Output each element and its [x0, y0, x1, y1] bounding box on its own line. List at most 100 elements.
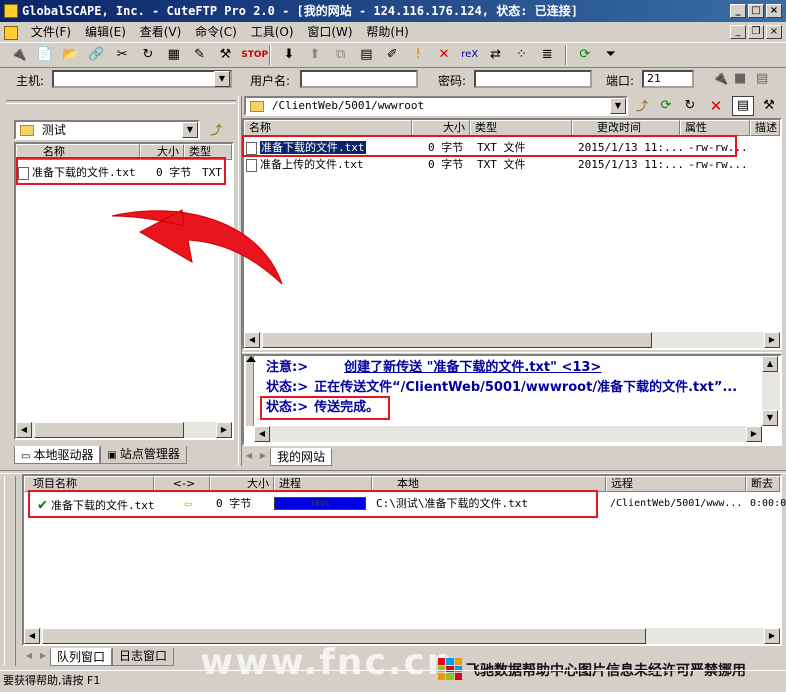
remote-list-header: 名称 大小 类型 更改时间 属性 描述: [244, 120, 780, 136]
remote-col-name[interactable]: 名称: [244, 120, 412, 136]
scroll-down-icon[interactable]: ▼: [762, 410, 778, 426]
remote-path-dropdown-icon[interactable]: ▼: [610, 98, 626, 114]
reload-icon[interactable]: ⟳: [575, 45, 595, 65]
calculator-icon[interactable]: ▦: [164, 45, 184, 65]
menu-window[interactable]: 窗口(W): [302, 22, 357, 42]
queue-item-time: 0:00:0: [750, 498, 786, 509]
log-collapse-icon[interactable]: [246, 356, 256, 362]
new-icon[interactable]: 📄: [35, 45, 55, 65]
remote-delete-icon[interactable]: ✕: [706, 97, 726, 115]
menu-tools[interactable]: 工具(O): [246, 22, 299, 42]
edit-file-icon[interactable]: ✐: [382, 45, 402, 65]
tools-icon[interactable]: ⚒: [215, 45, 235, 65]
local-pane-grip: [6, 100, 236, 104]
remote-file-attrs: -rw-rw...: [688, 158, 748, 171]
remote-details-icon[interactable]: ▤: [732, 96, 754, 116]
remote-file-row[interactable]: 准备上传的文件.txt 0 字节 TXT 文件 2015/1/13 11:...…: [246, 156, 778, 173]
compare-icon[interactable]: ⁘: [511, 45, 531, 65]
log-hscrollbar[interactable]: ◀ ▶: [254, 426, 762, 442]
remote-disconnect-icon[interactable]: ⚒: [758, 97, 780, 115]
scroll-left-icon[interactable]: ◀: [24, 628, 40, 644]
minimize-button[interactable]: _: [730, 4, 746, 18]
remote-col-desc[interactable]: 描述: [750, 120, 780, 136]
connect-icon[interactable]: 🔌: [9, 45, 29, 65]
tab-local-drives[interactable]: ▭ 本地驱动器: [14, 446, 101, 464]
scroll-up-icon[interactable]: ▲: [762, 356, 778, 372]
maximize-button[interactable]: □: [748, 4, 764, 18]
local-folder-dropdown-icon[interactable]: ▼: [182, 122, 198, 138]
scroll-left-icon[interactable]: ◀: [254, 426, 270, 442]
tab-scroll-left-icon[interactable]: ◀: [22, 648, 36, 664]
host-dropdown-icon[interactable]: ▼: [214, 71, 230, 87]
menu-command[interactable]: 命令(C): [190, 22, 242, 42]
log-line: 状态:> 正在传送文件“/ClientWeb/5001/wwwroot/准备下载的…: [266, 378, 737, 398]
rename-icon[interactable]: reX: [460, 45, 480, 65]
host-input[interactable]: [52, 70, 232, 88]
remote-col-attrs[interactable]: 属性: [680, 120, 750, 136]
scroll-left-icon[interactable]: ◀: [16, 422, 32, 438]
tab-my-site[interactable]: 我的网站: [270, 448, 333, 466]
queue-col-remote[interactable]: 远程: [606, 476, 746, 492]
mdi-restore-button[interactable]: ❐: [748, 25, 764, 39]
document-icon[interactable]: [4, 25, 18, 40]
remote-up-folder-icon[interactable]: ⤴: [632, 97, 652, 115]
mdi-close-button[interactable]: ×: [766, 25, 782, 39]
password-input[interactable]: [474, 70, 592, 88]
local-folder-select[interactable]: 测试: [14, 120, 200, 140]
quick-connect-icon[interactable]: 🔌: [712, 71, 728, 86]
folder-icon: [20, 125, 34, 136]
tab-scroll-right-icon[interactable]: ▶: [256, 448, 270, 464]
menu-edit[interactable]: 编辑(E): [80, 22, 131, 42]
scroll-right-icon[interactable]: ▶: [216, 422, 232, 438]
remote-hscroll-thumb[interactable]: [262, 332, 652, 348]
remote-hscrollbar[interactable]: ◀ ▶: [244, 332, 780, 348]
menu-file[interactable]: 文件(F): [26, 22, 76, 42]
scroll-right-icon[interactable]: ▶: [764, 628, 780, 644]
username-input[interactable]: [300, 70, 418, 88]
app-icon[interactable]: [4, 4, 18, 18]
remote-col-type[interactable]: 类型: [470, 120, 572, 136]
remote-file-name: 准备上传的文件.txt: [260, 158, 364, 171]
scroll-left-icon[interactable]: ◀: [244, 332, 260, 348]
remote-reload-icon[interactable]: ⟳: [656, 97, 676, 115]
refresh-icon[interactable]: ↻: [138, 45, 158, 65]
remote-col-modified[interactable]: 更改时间: [572, 120, 680, 136]
tab-site-manager[interactable]: ▣ 站点管理器: [100, 446, 187, 464]
upload-icon[interactable]: ⬆: [305, 45, 325, 65]
view-icon[interactable]: ▤: [356, 45, 376, 65]
alert-icon[interactable]: !: [408, 45, 428, 65]
stop-icon[interactable]: STOP: [241, 45, 268, 65]
edit-icon[interactable]: ✎: [190, 45, 210, 65]
disconnect-icon[interactable]: ✂: [112, 45, 132, 65]
tab-scroll-right-icon[interactable]: ▶: [36, 648, 50, 664]
site-manager-icon: ▣: [107, 450, 117, 461]
stop-connect-icon[interactable]: ■: [734, 71, 746, 86]
open-folder-icon[interactable]: 📂: [60, 45, 80, 65]
tab-queue[interactable]: 队列窗口: [50, 648, 113, 666]
scroll-right-icon[interactable]: ▶: [764, 332, 780, 348]
tab-log[interactable]: 日志窗口: [112, 648, 175, 666]
download-icon[interactable]: ⬇: [279, 45, 299, 65]
log-vscrollbar[interactable]: ▲ ▼: [762, 356, 780, 426]
tab-scroll-left-icon[interactable]: ◀: [242, 448, 256, 464]
filter-icon[interactable]: ⏷: [601, 45, 621, 65]
menu-view[interactable]: 查看(V): [135, 22, 187, 42]
remote-refresh-icon[interactable]: ↻: [680, 97, 700, 115]
up-folder-icon[interactable]: ⤴: [206, 121, 226, 139]
sync-icon[interactable]: ⇄: [486, 45, 506, 65]
scroll-right-icon[interactable]: ▶: [746, 426, 762, 442]
details-icon[interactable]: ≣: [537, 45, 557, 65]
delete-icon[interactable]: ✕: [434, 45, 454, 65]
properties-icon[interactable]: ▤: [756, 71, 768, 86]
close-button[interactable]: ×: [766, 4, 782, 18]
queue-col-time[interactable]: 断去: [746, 476, 780, 492]
reconnect-icon[interactable]: 🔗: [86, 45, 106, 65]
local-hscroll-thumb[interactable]: [34, 422, 184, 438]
port-input[interactable]: 21: [642, 70, 694, 88]
mdi-minimize-button[interactable]: _: [730, 25, 746, 39]
remote-path-select[interactable]: /ClientWeb/5001/wwwroot: [244, 96, 628, 116]
local-hscrollbar[interactable]: ◀ ▶: [16, 422, 232, 438]
menu-help[interactable]: 帮助(H): [361, 22, 413, 42]
copy-icon[interactable]: ⧉: [331, 45, 351, 65]
remote-col-size[interactable]: 大小: [412, 120, 470, 136]
